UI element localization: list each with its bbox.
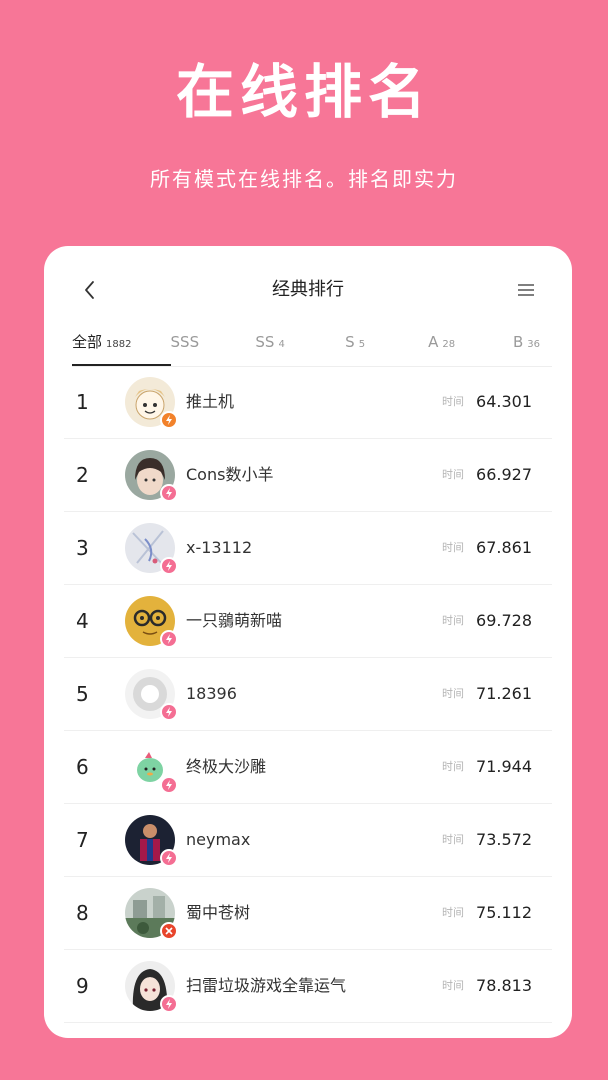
time-value: 75.112 bbox=[476, 903, 532, 922]
time-label: 时间 bbox=[442, 614, 464, 627]
tab-sss[interactable]: SSS bbox=[171, 330, 256, 366]
menu-button[interactable] bbox=[512, 276, 540, 304]
rank-number: 2 bbox=[76, 463, 89, 487]
avatar bbox=[125, 596, 178, 648]
leaderboard-row[interactable]: 9 扫雷垃圾游戏全靠运气 时间 78.813 bbox=[64, 950, 552, 1023]
player-name: 推土机 bbox=[186, 392, 235, 411]
avatar bbox=[125, 669, 178, 721]
rank-tabs: 全部 1882 SSS SS 4 S5 A 28 B 36 bbox=[72, 330, 552, 366]
leaderboard-row[interactable]: 8 蜀中苍树 时间 75.112 bbox=[64, 877, 552, 950]
tab-label: A bbox=[428, 333, 439, 351]
hero-subtitle: 所有模式在线排名。排名即实力 bbox=[150, 167, 458, 191]
leaderboard-row[interactable]: 4 一只鶸萌新喵 时间 69.728 bbox=[64, 585, 552, 658]
player-name: x-13112 bbox=[186, 538, 253, 557]
time-label: 时间 bbox=[442, 468, 464, 481]
time-value: 64.301 bbox=[476, 392, 532, 411]
lightning-badge-icon bbox=[160, 411, 178, 429]
tab-label: SS bbox=[255, 333, 275, 351]
avatar bbox=[125, 961, 178, 1013]
hamburger-menu-icon bbox=[518, 284, 534, 296]
leaderboard-row[interactable]: 3 x-13112 时间 67.861 bbox=[64, 512, 552, 585]
rank-number: 5 bbox=[76, 682, 89, 706]
time-value: 78.813 bbox=[476, 976, 532, 995]
leaderboard-row[interactable]: 5 18396 时间 71.261 bbox=[64, 658, 552, 731]
lightning-badge-icon bbox=[160, 484, 178, 502]
leaderboard-list: 1 推土机 时间 64.301 2 Cons数小羊 时间 66.927 3 x-… bbox=[64, 366, 552, 1023]
tab-all[interactable]: 全部 1882 bbox=[72, 330, 171, 366]
lightning-badge-icon bbox=[160, 557, 178, 575]
rank-number: 4 bbox=[76, 609, 89, 633]
avatar bbox=[125, 742, 178, 794]
player-name: Cons数小羊 bbox=[186, 465, 274, 484]
lightning-badge-icon bbox=[160, 703, 178, 721]
avatar bbox=[125, 888, 178, 940]
cross-badge-icon bbox=[160, 922, 178, 940]
player-name: 18396 bbox=[186, 684, 237, 703]
tab-label: SSS bbox=[170, 333, 200, 351]
time-label: 时间 bbox=[442, 541, 464, 554]
hero-title: 在线排名 bbox=[175, 58, 432, 126]
tab-b[interactable]: B 36 bbox=[513, 330, 552, 366]
rank-number: 8 bbox=[76, 901, 89, 925]
rank-number: 9 bbox=[76, 974, 89, 998]
avatar bbox=[125, 377, 178, 429]
avatar bbox=[125, 450, 178, 502]
time-value: 66.927 bbox=[476, 465, 532, 484]
player-name: 扫雷垃圾游戏全靠运气 bbox=[186, 976, 347, 995]
time-label: 时间 bbox=[442, 833, 464, 846]
card-title: 经典排行 bbox=[272, 279, 344, 300]
player-name: neymax bbox=[186, 830, 251, 849]
tab-label: 全部 bbox=[72, 333, 103, 351]
lightning-badge-icon bbox=[160, 776, 178, 794]
card-header: 经典排行 bbox=[44, 268, 572, 312]
rank-number: 7 bbox=[76, 828, 89, 852]
tab-count: 5 bbox=[358, 339, 366, 350]
time-value: 71.261 bbox=[476, 684, 532, 703]
leaderboard-row[interactable]: 2 Cons数小羊 时间 66.927 bbox=[64, 439, 552, 512]
time-value: 67.861 bbox=[476, 538, 532, 557]
time-value: 71.944 bbox=[476, 757, 532, 776]
time-label: 时间 bbox=[442, 395, 464, 408]
tab-label: B bbox=[512, 333, 524, 351]
player-name: 一只鶸萌新喵 bbox=[186, 611, 283, 630]
tab-count: 36 bbox=[527, 339, 540, 350]
rank-number: 1 bbox=[76, 390, 89, 414]
time-value: 73.572 bbox=[476, 830, 532, 849]
player-name: 蜀中苍树 bbox=[186, 903, 251, 922]
tab-ss[interactable]: SS 4 bbox=[255, 330, 345, 366]
time-label: 时间 bbox=[442, 906, 464, 919]
leaderboard-card: 经典排行 全部 1882 SSS SS 4 S5 A 28 B 36 1 推土机… bbox=[44, 246, 572, 1038]
tab-count: 28 bbox=[442, 339, 456, 350]
time-label: 时间 bbox=[442, 979, 464, 992]
time-label: 时间 bbox=[442, 687, 464, 700]
leaderboard-row[interactable]: 6 终极大沙雕 时间 71.944 bbox=[64, 731, 552, 804]
tab-count: 4 bbox=[278, 339, 285, 350]
lightning-badge-icon bbox=[160, 849, 178, 867]
player-name: 终极大沙雕 bbox=[186, 757, 267, 776]
avatar bbox=[125, 523, 178, 575]
avatar bbox=[125, 815, 178, 867]
tab-s[interactable]: S5 bbox=[345, 330, 428, 366]
rank-number: 3 bbox=[76, 536, 89, 560]
tab-label: S bbox=[345, 333, 355, 351]
time-value: 69.728 bbox=[476, 611, 532, 630]
leaderboard-row[interactable]: 1 推土机 时间 64.301 bbox=[64, 366, 552, 439]
time-label: 时间 bbox=[442, 760, 464, 773]
tab-count: 1882 bbox=[106, 339, 132, 350]
rank-number: 6 bbox=[76, 755, 89, 779]
leaderboard-row[interactable]: 7 neymax 时间 73.572 bbox=[64, 804, 552, 877]
tab-a[interactable]: A 28 bbox=[428, 330, 513, 366]
lightning-badge-icon bbox=[160, 995, 178, 1013]
lightning-badge-icon bbox=[160, 630, 178, 648]
